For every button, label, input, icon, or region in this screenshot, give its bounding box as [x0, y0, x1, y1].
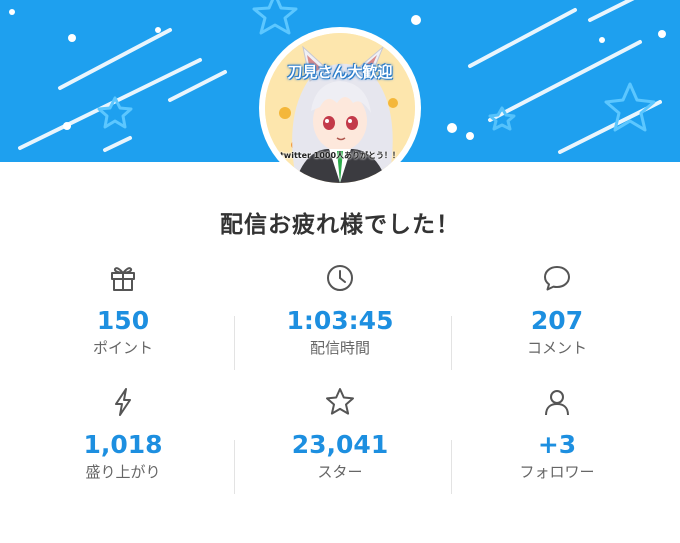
divider: [451, 316, 452, 370]
avatar-caption-top: 刀見さん大歓迎: [287, 63, 393, 81]
stat-value: 207: [530, 306, 584, 335]
star-icon: [326, 388, 354, 415]
stats-row: 1,018 盛り上がり 23,041 スター +3 フォロワー: [0, 386, 680, 496]
stat-label: ポイント: [92, 339, 153, 357]
stat-value: +3: [537, 430, 577, 459]
stat-value: 150: [96, 306, 150, 335]
comment-icon: [544, 266, 570, 291]
avatar-caption-bottom: twitter 1000人ありがとう！！: [279, 151, 401, 160]
stat-label: 盛り上がり: [85, 463, 161, 481]
person-icon: [545, 390, 569, 416]
divider: [451, 440, 452, 494]
stat-comments: 207 コメント: [444, 262, 670, 372]
avatar[interactable]: 刀見さん大歓迎 twitter 1000人ありがとう！！: [259, 27, 421, 189]
stats-row: 150 ポイント 1:03:45 配信時間 207 コメント: [0, 262, 680, 372]
stat-points: 150 ポイント: [10, 262, 236, 372]
stat-followers: +3 フォロワー: [444, 386, 670, 496]
avatar-image: 刀見さん大歓迎 twitter 1000人ありがとう！！: [265, 33, 415, 183]
stat-duration: 1:03:45 配信時間: [227, 262, 453, 372]
page-title: 配信お疲れ様でした！: [220, 212, 460, 238]
stat-label: コメント: [526, 339, 587, 357]
lightning-icon: [115, 388, 131, 416]
stat-label: 配信時間: [309, 339, 370, 357]
gift-icon: [111, 267, 135, 291]
divider: [234, 316, 235, 370]
clock-icon: [327, 265, 353, 291]
stat-excitement: 1,018 盛り上がり: [10, 386, 236, 496]
stat-label: フォロワー: [519, 463, 595, 481]
divider: [234, 440, 235, 494]
stat-value: 23,041: [291, 430, 389, 459]
stat-stars: 23,041 スター: [227, 386, 453, 496]
stat-label: スター: [317, 463, 363, 481]
stat-value: 1,018: [83, 430, 163, 459]
stat-value: 1:03:45: [286, 306, 394, 335]
